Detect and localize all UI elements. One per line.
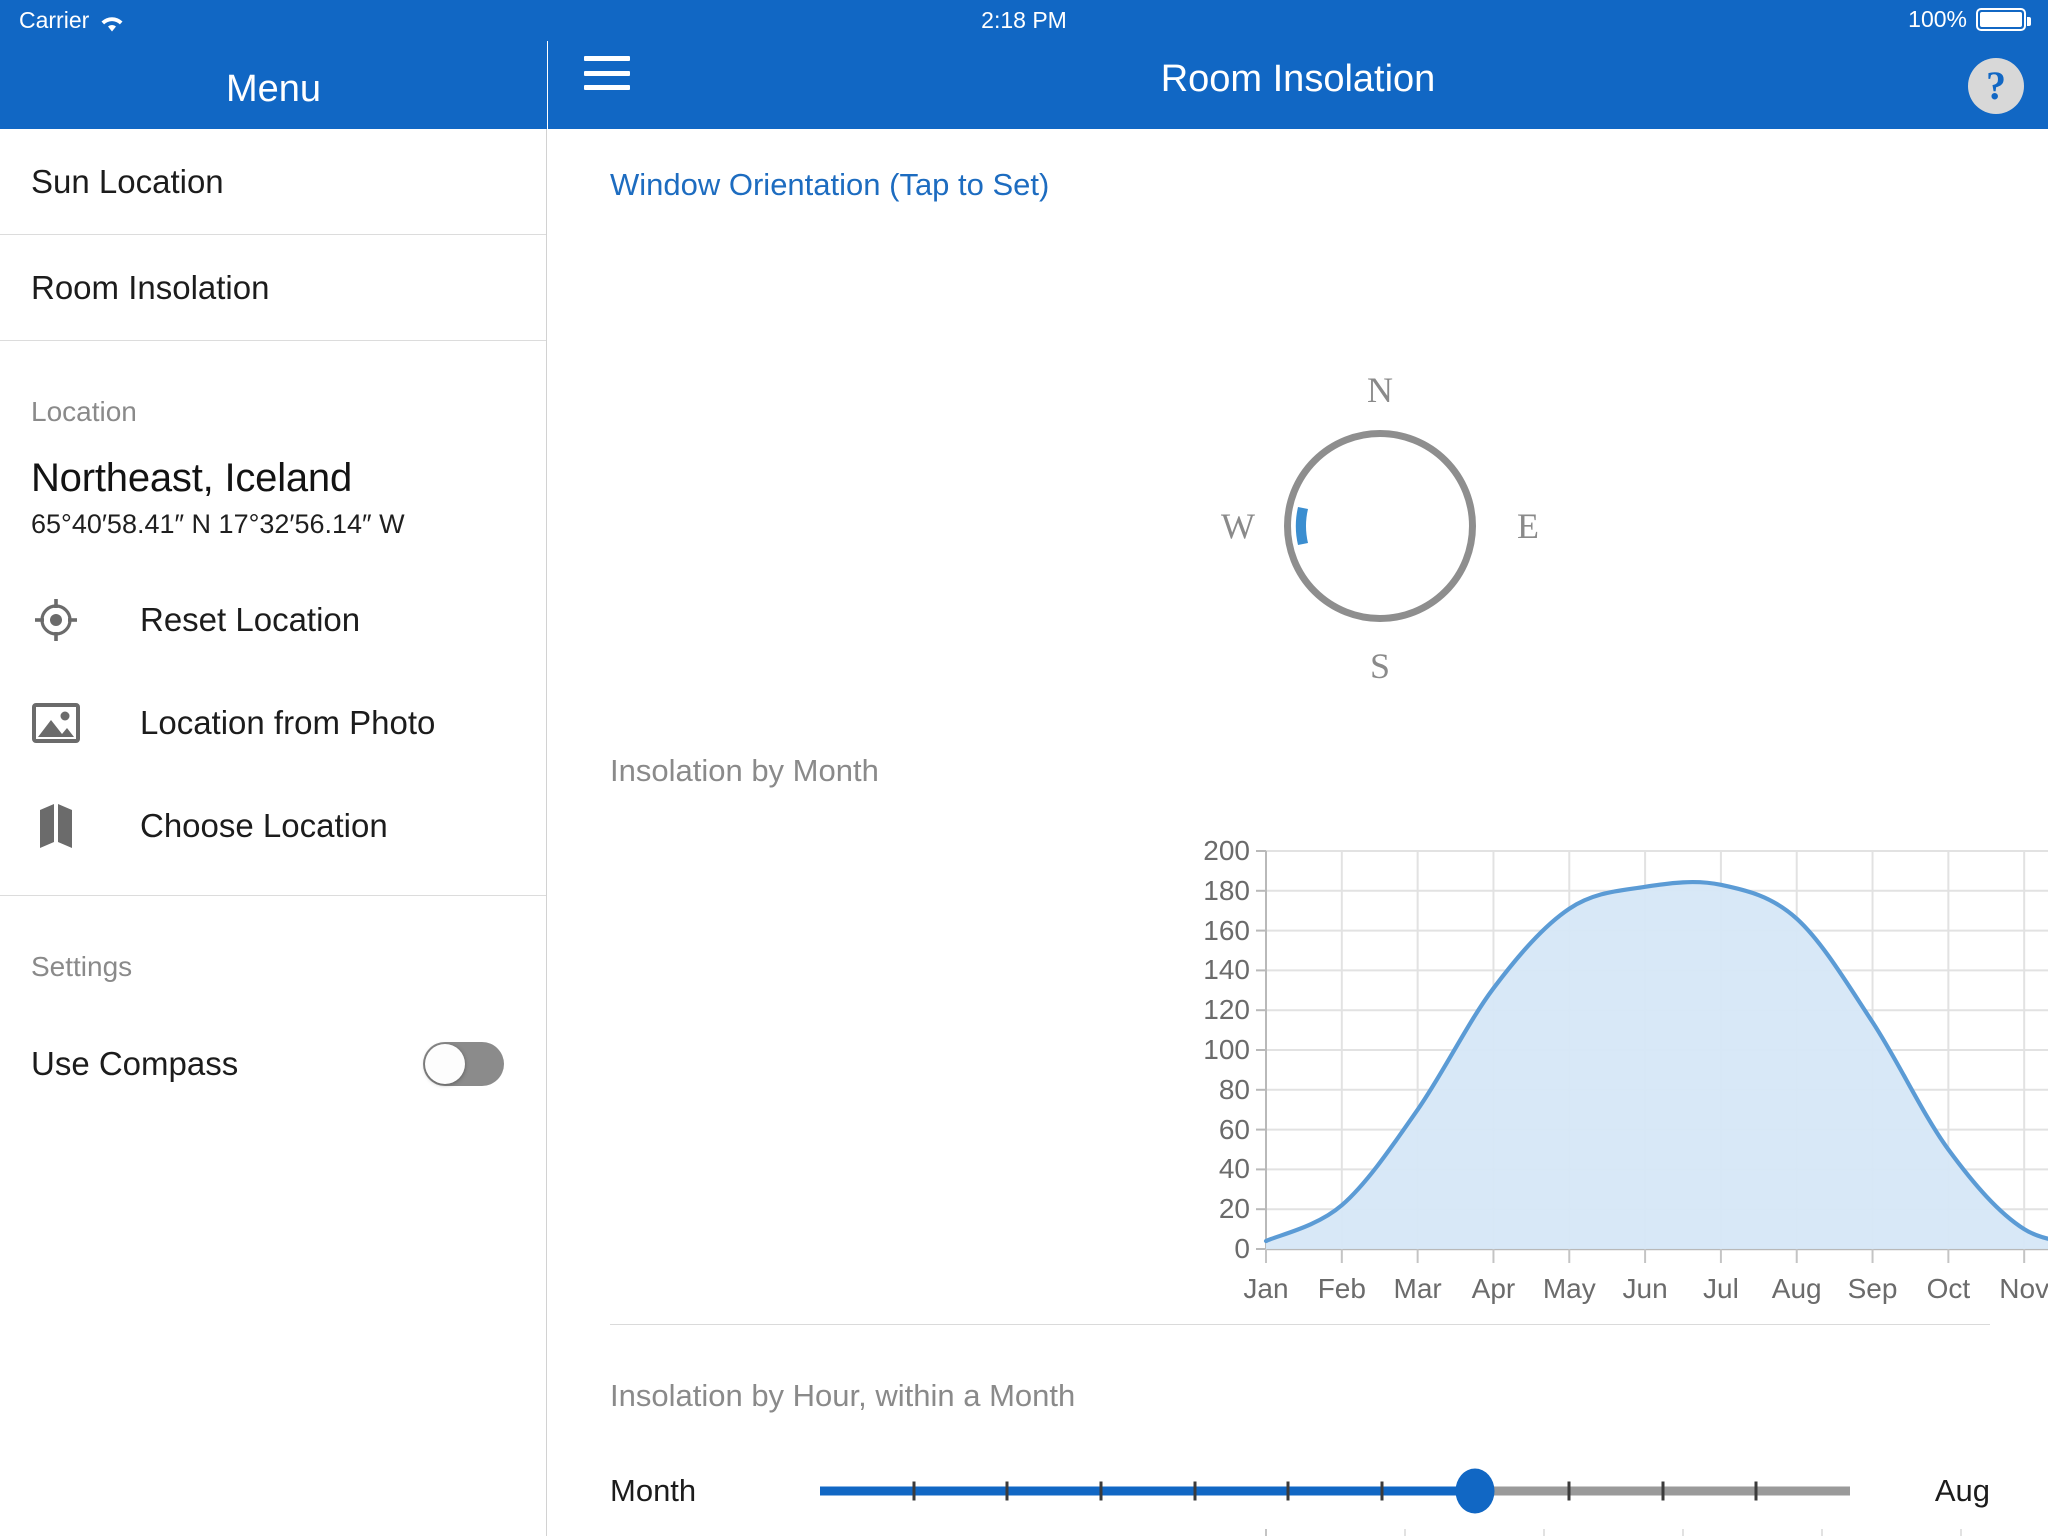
section-divider	[610, 1324, 1990, 1325]
y-tick-label: 140	[1203, 954, 1250, 986]
slider-tick	[1193, 1481, 1197, 1501]
action-choose-location[interactable]: Choose Location	[0, 774, 546, 877]
window-orientation-link[interactable]: Window Orientation (Tap to Set)	[610, 167, 1049, 203]
status-time: 2:18 PM	[981, 7, 1067, 33]
sidebar-group-location: Location	[31, 396, 137, 427]
month-slider-value: Aug	[1934, 1473, 1990, 1508]
slider-tick	[1380, 1481, 1384, 1501]
sidebar-nav-list: Sun Location Room Insolation Location No…	[0, 129, 546, 1107]
x-tick-label: May	[1542, 1273, 1596, 1304]
y-tick-label: 60	[1218, 1113, 1250, 1145]
compass-window-marker	[1295, 507, 1308, 545]
help-icon[interactable]: ?	[1968, 58, 2024, 114]
y-tick-label: 200	[1203, 835, 1250, 866]
x-tick-label: Aug	[1771, 1273, 1822, 1304]
compass-label-west: W	[1221, 506, 1255, 546]
slider-tick	[1661, 1481, 1665, 1501]
month-slider-caption: Month	[610, 1473, 697, 1508]
y-tick-label: 80	[1218, 1073, 1250, 1105]
toggle-knob	[425, 1044, 465, 1084]
sidebar-item-room-insolation[interactable]: Room Insolation	[0, 235, 546, 341]
y-tick-label: 0	[1234, 1233, 1250, 1264]
setting-label: Use Compass	[31, 1045, 239, 1082]
slider-tick	[1286, 1481, 1290, 1501]
x-tick-label: Feb	[1317, 1273, 1366, 1304]
content-scroll-area[interactable]: Window Orientation (Tap to Set) N E S W …	[548, 129, 2048, 1536]
battery-fill	[1980, 12, 2022, 27]
gps-target-icon	[29, 593, 83, 647]
compass-label-south: S	[1369, 646, 1391, 686]
slider-thumb[interactable]	[1455, 1468, 1495, 1514]
slider-tick	[1005, 1481, 1009, 1501]
page-title: Room Insolation	[1160, 58, 1436, 100]
slider-tick	[1099, 1481, 1103, 1501]
location-name: Northeast, Iceland	[31, 456, 353, 500]
location-coordinates: 65°40′58.41″ N 17°32′56.14″ W	[31, 509, 405, 539]
x-tick-label: Jun	[1622, 1273, 1668, 1304]
chart-canvas	[1256, 850, 2048, 1263]
slider-fill	[820, 1486, 1476, 1496]
action-label: Choose Location	[140, 806, 388, 844]
status-bar: Carrier 2:18 PM 100%	[0, 0, 2048, 41]
status-battery-group: 100%	[1908, 6, 2031, 33]
window-orientation-compass[interactable]: N E S W	[1221, 370, 1539, 686]
insolation-by-hour-title: Insolation by Hour, within a Month	[610, 1378, 1076, 1413]
y-tick-label: 120	[1203, 994, 1250, 1026]
x-tick-label: Sep	[1847, 1273, 1898, 1304]
x-tick-label: Jul	[1703, 1273, 1739, 1304]
sidebar-item-sun-location[interactable]: Sun Location	[0, 129, 546, 235]
action-label: Reset Location	[140, 600, 361, 638]
y-tick-label: 100	[1203, 1034, 1250, 1065]
action-label: Location from Photo	[140, 703, 436, 741]
sidebar-item-label: Sun Location	[31, 162, 224, 200]
sidebar-title-label: Menu	[225, 68, 322, 110]
compass-label-east: E	[1517, 506, 1539, 546]
slider-tick	[1567, 1481, 1571, 1501]
insolation-by-month-chart[interactable]: 0 20 40 60 80 100 120 140 160 180 200 Jan Feb Mar Apr…	[1188, 835, 2048, 1304]
insolation-by-month-title: Insolation by Month	[610, 753, 879, 788]
map-icon	[29, 799, 83, 853]
battery-full-icon	[1976, 8, 2031, 31]
photo-icon	[29, 696, 83, 750]
action-reset-location[interactable]: Reset Location	[0, 568, 546, 671]
sidebar: Menu Sun Location Room Insolation Locati…	[0, 0, 547, 1536]
x-tick-label: Nov	[1999, 1273, 2048, 1304]
slider-tick	[912, 1481, 916, 1501]
battery-percent-label: 100%	[1908, 6, 1967, 32]
y-tick-label: 40	[1218, 1153, 1250, 1185]
main-panel: Room Insolation ? Window Orientation (Ta…	[548, 0, 2048, 1536]
y-tick-label: 180	[1203, 874, 1250, 906]
month-slider[interactable]	[820, 1468, 1850, 1514]
x-tick-label: Oct	[1926, 1273, 1971, 1304]
y-tick-label: 160	[1203, 914, 1250, 946]
insolation-by-hour-chart[interactable]: 2530	[1188, 1529, 2048, 1536]
compass-label-north: N	[1367, 370, 1393, 410]
help-label: ?	[1986, 63, 2006, 108]
y-tick-label: 20	[1218, 1193, 1250, 1225]
month-slider-row[interactable]: Month Aug	[610, 1461, 1990, 1521]
chart-canvas	[1265, 1529, 1962, 1536]
sidebar-group-settings: Settings	[31, 951, 133, 982]
action-location-from-photo[interactable]: Location from Photo	[0, 671, 546, 774]
x-tick-label: Apr	[1471, 1273, 1516, 1304]
setting-use-compass[interactable]: Use Compass	[0, 1021, 546, 1107]
sidebar-item-label: Room Insolation	[31, 268, 270, 306]
slider-tick	[1754, 1481, 1758, 1501]
x-tick-label: Jan	[1243, 1273, 1289, 1304]
use-compass-toggle[interactable]	[423, 1042, 504, 1086]
x-tick-label: Mar	[1393, 1273, 1442, 1304]
y-tick-label: 30	[1188, 1529, 1250, 1534]
